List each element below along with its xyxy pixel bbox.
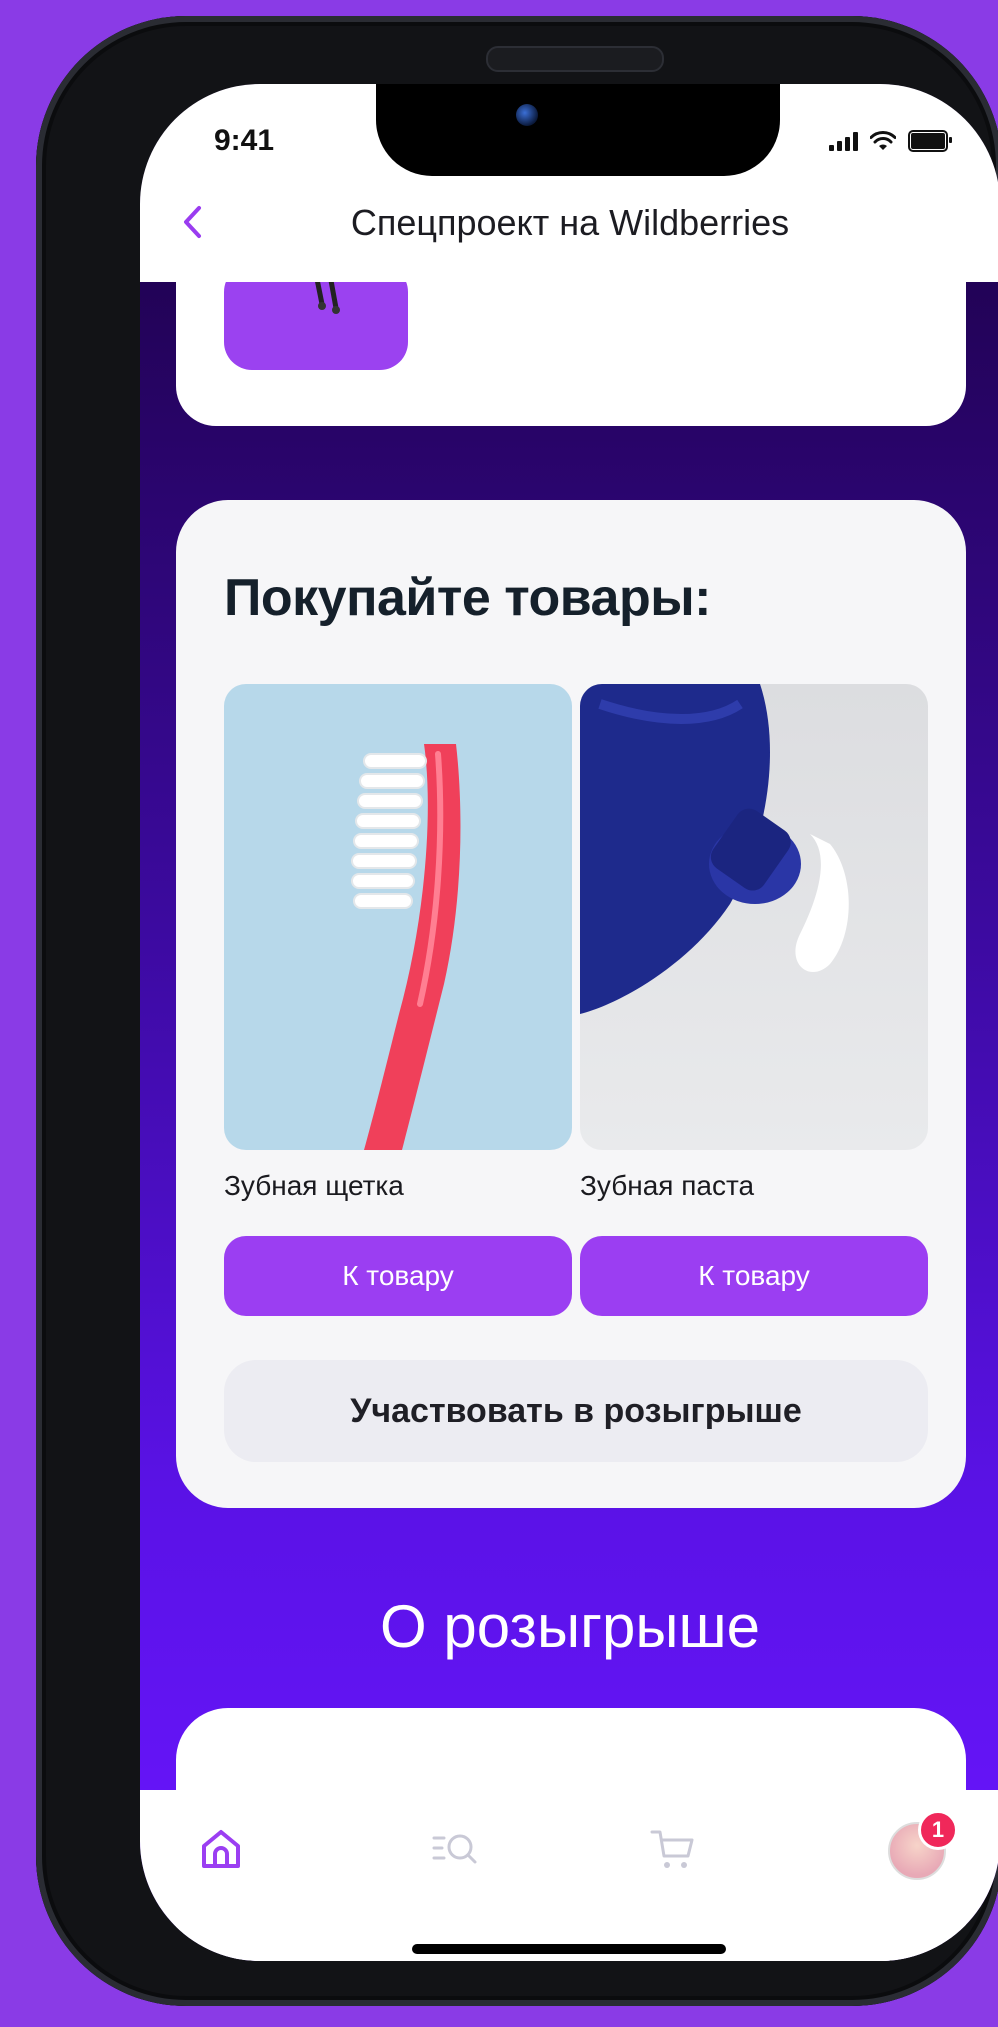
- phone-screen: 9:41 Спецпроект на Wildberries Покупайте…: [140, 84, 998, 1961]
- battery-icon: [908, 130, 952, 152]
- toothbrush-illustration: [351, 744, 461, 1150]
- notch: [376, 84, 780, 176]
- earpiece-speaker: [486, 46, 664, 72]
- tab-bar: 1: [140, 1790, 998, 1961]
- join-raffle-button[interactable]: Участвовать в розыгрыше: [224, 1360, 928, 1462]
- toothbrush-image[interactable]: [224, 684, 572, 1150]
- products-card-title: Покупайте товары:: [224, 569, 711, 627]
- front-camera: [516, 104, 538, 126]
- navigation-bar: Спецпроект на Wildberries: [140, 184, 998, 282]
- product-name-toothbrush: Зубная щетка: [224, 1170, 404, 1201]
- cart-icon[interactable]: [648, 1824, 698, 1874]
- phone-frame: 9:41 Спецпроект на Wildberries Покупайте…: [36, 16, 998, 2006]
- to-product-button-toothbrush[interactable]: К товару: [224, 1236, 572, 1316]
- product-name-toothpaste: Зубная паста: [580, 1170, 755, 1201]
- notification-badge: 1: [918, 1810, 958, 1850]
- about-raffle-heading: О розыгрыше: [380, 1593, 760, 1660]
- home-icon[interactable]: [196, 1824, 246, 1874]
- toothpaste-image[interactable]: [580, 684, 928, 1150]
- status-icons: [829, 130, 952, 152]
- status-time: 9:41: [214, 124, 275, 157]
- toothpaste-illustration: [580, 684, 849, 1014]
- signal-icon: [829, 131, 858, 151]
- to-product-button-toothpaste[interactable]: К товару: [580, 1236, 928, 1316]
- page-title: Спецпроект на Wildberries: [350, 202, 790, 243]
- home-indicator[interactable]: [412, 1944, 726, 1954]
- products-card: Покупайте товары: Зубная щетка Зубная па…: [176, 500, 966, 1508]
- wifi-icon: [870, 131, 896, 150]
- catalog-search-icon[interactable]: [430, 1824, 480, 1874]
